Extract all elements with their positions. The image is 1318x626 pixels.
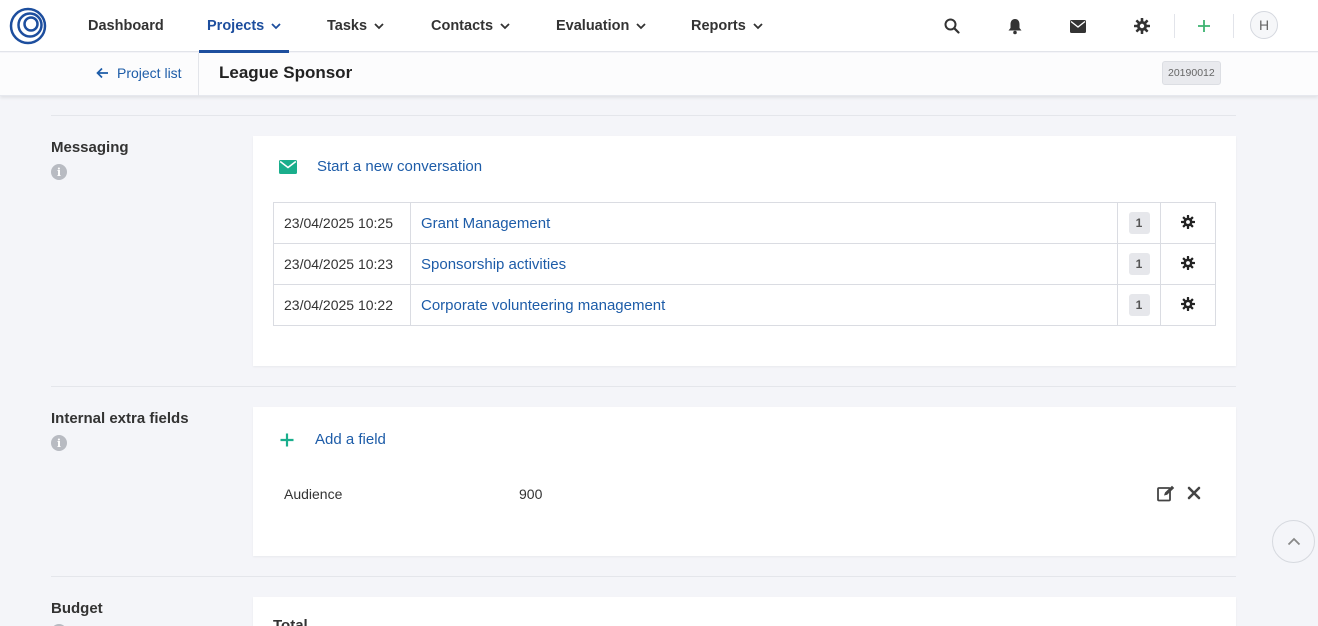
bell-icon[interactable] [1005, 16, 1025, 36]
table-row[interactable]: 23/04/2025 10:22 Corporate volunteering … [273, 284, 1216, 326]
table-row[interactable]: 23/04/2025 10:23 Sponsorship activities … [273, 243, 1216, 285]
conversation-date: 23/04/2025 10:25 [273, 202, 411, 244]
extra-fields-section-title: Internal extra fields [51, 410, 189, 427]
arrow-left-icon [96, 67, 108, 79]
envelope-icon [279, 159, 297, 174]
info-icon[interactable]: i [51, 435, 67, 451]
table-row[interactable]: 23/04/2025 10:25 Grant Management 1 [273, 202, 1216, 244]
messaging-card: Start a new conversation 23/04/2025 10:2… [253, 136, 1236, 366]
section-divider [51, 576, 1236, 577]
avatar-initial: H [1258, 17, 1270, 33]
conversation-date: 23/04/2025 10:23 [273, 243, 411, 285]
extra-fields-card: Add a field Audience 900 [253, 407, 1236, 556]
nav-reports[interactable]: Reports [691, 0, 763, 52]
gear-icon[interactable] [1132, 16, 1152, 36]
section-divider [51, 386, 1236, 387]
budget-card: Total [253, 597, 1236, 626]
nav-tasks-label: Tasks [327, 18, 368, 34]
nav-contacts-label: Contacts [431, 18, 494, 34]
budget-section-title: Budget [51, 600, 103, 617]
nav-projects[interactable]: Projects [198, 0, 290, 53]
page-title: League Sponsor [219, 63, 353, 82]
nav-divider [1233, 14, 1234, 38]
edit-icon[interactable] [1157, 485, 1175, 502]
nav-evaluation[interactable]: Evaluation [556, 0, 646, 52]
chevron-down-icon [500, 23, 510, 30]
plus-icon[interactable] [1194, 16, 1214, 36]
conversation-date: 23/04/2025 10:22 [273, 284, 411, 326]
project-header: Project list League Sponsor 20190012 [0, 53, 1318, 96]
chevron-up-icon [1287, 537, 1300, 546]
project-code-badge: 20190012 [1162, 61, 1221, 85]
search-icon[interactable] [942, 16, 962, 36]
chevron-down-icon [636, 23, 646, 30]
nav-projects-label: Projects [207, 18, 265, 34]
app-logo-icon[interactable] [9, 7, 47, 45]
scroll-to-top-button[interactable] [1272, 520, 1315, 563]
budget-total-label: Total [273, 617, 308, 626]
nav-evaluation-label: Evaluation [556, 18, 630, 34]
gear-icon[interactable] [1181, 296, 1195, 311]
add-field-button[interactable]: Add a field [279, 431, 386, 448]
nav-divider [1174, 14, 1175, 38]
conversation-subject-link[interactable]: Corporate volunteering management [421, 297, 665, 314]
start-conversation-label: Start a new conversation [317, 158, 483, 175]
back-to-project-list-link[interactable]: Project list [96, 65, 182, 81]
header-divider [198, 53, 199, 96]
chevron-down-icon [271, 23, 281, 30]
field-value: 900 [519, 486, 543, 502]
avatar[interactable]: H [1250, 11, 1278, 39]
conversation-table: 23/04/2025 10:25 Grant Management 1 23/0… [273, 202, 1216, 326]
section-divider [51, 115, 1236, 116]
message-count-badge: 1 [1128, 253, 1150, 275]
nav-reports-label: Reports [691, 18, 746, 34]
plus-icon [280, 433, 294, 446]
nav-dashboard[interactable]: Dashboard [88, 0, 164, 52]
gear-icon[interactable] [1181, 214, 1195, 229]
conversation-subject-link[interactable]: Sponsorship activities [421, 256, 566, 273]
chevron-down-icon [374, 23, 384, 30]
conversation-subject-link[interactable]: Grant Management [421, 215, 550, 232]
nav-dashboard-label: Dashboard [88, 18, 164, 34]
message-count-badge: 1 [1128, 294, 1150, 316]
add-field-label: Add a field [315, 431, 386, 448]
info-icon[interactable]: i [51, 164, 67, 180]
messaging-section-title: Messaging [51, 139, 129, 156]
chevron-down-icon [753, 23, 763, 30]
close-icon[interactable] [1187, 486, 1201, 500]
start-conversation-button[interactable]: Start a new conversation [279, 158, 482, 175]
back-link-label: Project list [117, 65, 182, 81]
message-count-badge: 1 [1128, 212, 1150, 234]
envelope-icon[interactable] [1068, 16, 1088, 36]
nav-tasks[interactable]: Tasks [327, 0, 384, 52]
top-navigation: Dashboard Projects Tasks Contacts Evalua… [0, 0, 1318, 53]
nav-contacts[interactable]: Contacts [431, 0, 510, 52]
gear-icon[interactable] [1181, 255, 1195, 270]
field-name: Audience [284, 486, 343, 502]
